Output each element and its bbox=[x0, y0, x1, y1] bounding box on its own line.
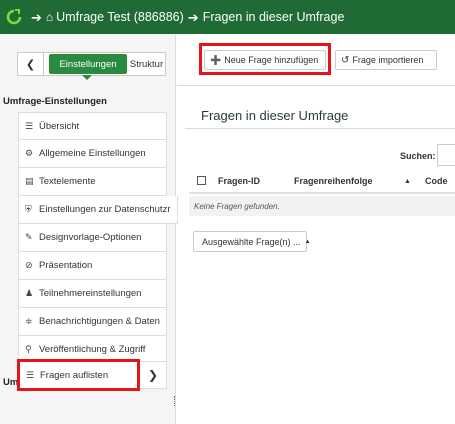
page-title: Fragen in dieser Umfrage bbox=[201, 108, 349, 123]
sidebar-item-label: Designvorlage-Optionen bbox=[39, 232, 142, 243]
select-all-checkbox[interactable] bbox=[197, 176, 206, 185]
brush-icon: ✎ bbox=[25, 232, 33, 242]
sidebar-item-label: Einstellungen zur Datenschutzr bbox=[39, 204, 171, 215]
settings-menu: ☰ Übersicht ⚙ Allgemeine Einstellungen ▤… bbox=[18, 112, 178, 364]
sidebar-tab-switcher: ❮ Einstellungen Struktur bbox=[17, 52, 166, 80]
key-icon: ⚲ bbox=[25, 344, 32, 354]
breadcrumb-arrow-icon: ➔ bbox=[31, 9, 42, 25]
cogs-icon: ⚙ bbox=[25, 148, 34, 158]
list-icon: ☰ bbox=[26, 369, 35, 380]
file-text-icon: ▤ bbox=[25, 176, 34, 186]
import-icon: ↺ bbox=[341, 54, 350, 66]
settings-section-title: Umfrage-Einstellungen bbox=[3, 96, 107, 107]
list-icon: ☰ bbox=[25, 120, 34, 131]
sidebar-resize-handle[interactable] bbox=[174, 396, 177, 406]
caret-up-icon: ▲ bbox=[304, 238, 311, 245]
sidebar-item-participant-settings[interactable]: ♟ Teilnehmereinstellungen bbox=[18, 280, 167, 308]
column-question-order[interactable]: Fragenreihenfolge bbox=[294, 176, 373, 186]
sidebar-item-overview[interactable]: ☰ Übersicht bbox=[18, 112, 167, 140]
sidebar-item-label: Teilnehmereinstellungen bbox=[39, 288, 142, 299]
eye-slash-icon: ⊘ bbox=[25, 260, 33, 270]
sidebar-item-label: Präsentation bbox=[39, 260, 93, 271]
chevron-right-icon[interactable]: ❯ bbox=[148, 368, 158, 382]
home-icon[interactable]: ⌂ bbox=[46, 10, 53, 24]
sidebar-item-label: Benachrichtigungen & Daten bbox=[39, 316, 160, 327]
breadcrumb-survey[interactable]: Umfrage Test (886886) bbox=[56, 10, 184, 24]
questions-table-header: Fragen-ID Fragenreihenfolge ▲ Code bbox=[189, 170, 455, 194]
selected-questions-label: Ausgewählte Frage(n) ... bbox=[202, 236, 301, 247]
column-code[interactable]: Code bbox=[425, 176, 448, 186]
search-input[interactable] bbox=[437, 144, 455, 166]
chevron-left-icon: ❮ bbox=[25, 58, 36, 71]
sidebar-item-publication-access[interactable]: ⚲ Veröffentlichung & Zugriff bbox=[18, 336, 167, 364]
sort-asc-icon[interactable]: ▲ bbox=[404, 178, 411, 185]
sidebar-item-theme-options[interactable]: ✎ Designvorlage-Optionen bbox=[18, 224, 167, 252]
rss-icon: ≑ bbox=[25, 316, 33, 326]
sidebar-item-label: Textelemente bbox=[39, 176, 96, 187]
add-question-label: Neue Frage hinzufügen bbox=[224, 55, 319, 65]
users-icon: ♟ bbox=[25, 288, 34, 298]
sidebar-item-list-questions[interactable]: ☰ Fragen auflisten ❯ bbox=[18, 361, 167, 389]
plus-circle-icon: ➕ bbox=[210, 54, 222, 65]
limesurvey-logo-icon[interactable] bbox=[6, 9, 22, 25]
breadcrumb-current: Fragen in dieser Umfrage bbox=[202, 10, 345, 24]
empty-table-row: Keine Fragen gefunden. bbox=[189, 196, 455, 216]
active-tab-caret bbox=[82, 75, 92, 80]
sidebar-item-label: Veröffentlichung & Zugriff bbox=[39, 344, 146, 355]
selected-questions-dropdown[interactable]: Ausgewählte Frage(n) ... ▲ bbox=[193, 231, 311, 252]
shield-icon: ⛨ bbox=[25, 204, 32, 214]
search-label: Suchen: bbox=[400, 151, 436, 161]
title-divider bbox=[185, 128, 455, 129]
sidebar-item-label: Allgemeine Einstellungen bbox=[39, 148, 146, 159]
sidebar-item-label: Übersicht bbox=[39, 120, 80, 132]
sidebar-item-label: Fragen auflisten bbox=[40, 369, 109, 381]
tab-structure[interactable]: Struktur bbox=[128, 54, 165, 74]
import-question-label: Frage importieren bbox=[352, 55, 424, 65]
sidebar-item-general-settings[interactable]: ⚙ Allgemeine Einstellungen bbox=[18, 140, 167, 168]
sidebar-item-privacy-settings[interactable]: ⛨ Einstellungen zur Datenschutzr bbox=[18, 196, 178, 224]
top-breadcrumb-bar: ➔ ⌂ Umfrage Test (886886) ➔ Fragen in di… bbox=[0, 0, 455, 34]
sidebar-item-presentation[interactable]: ⊘ Präsentation bbox=[18, 252, 167, 280]
breadcrumb-arrow-icon: ➔ bbox=[187, 9, 199, 25]
add-question-button[interactable]: ➕ Neue Frage hinzufügen bbox=[204, 50, 326, 70]
import-question-button[interactable]: ↺ Frage importieren bbox=[335, 50, 437, 70]
sidebar-item-text-elements[interactable]: ▤ Textelemente bbox=[18, 168, 167, 196]
column-question-id[interactable]: Fragen-ID bbox=[218, 176, 260, 186]
sidebar-item-notifications-data[interactable]: ≑ Benachrichtigungen & Daten bbox=[18, 308, 167, 336]
tab-settings[interactable]: Einstellungen bbox=[49, 54, 127, 74]
collapse-sidebar-button[interactable]: ❮ bbox=[18, 53, 44, 75]
